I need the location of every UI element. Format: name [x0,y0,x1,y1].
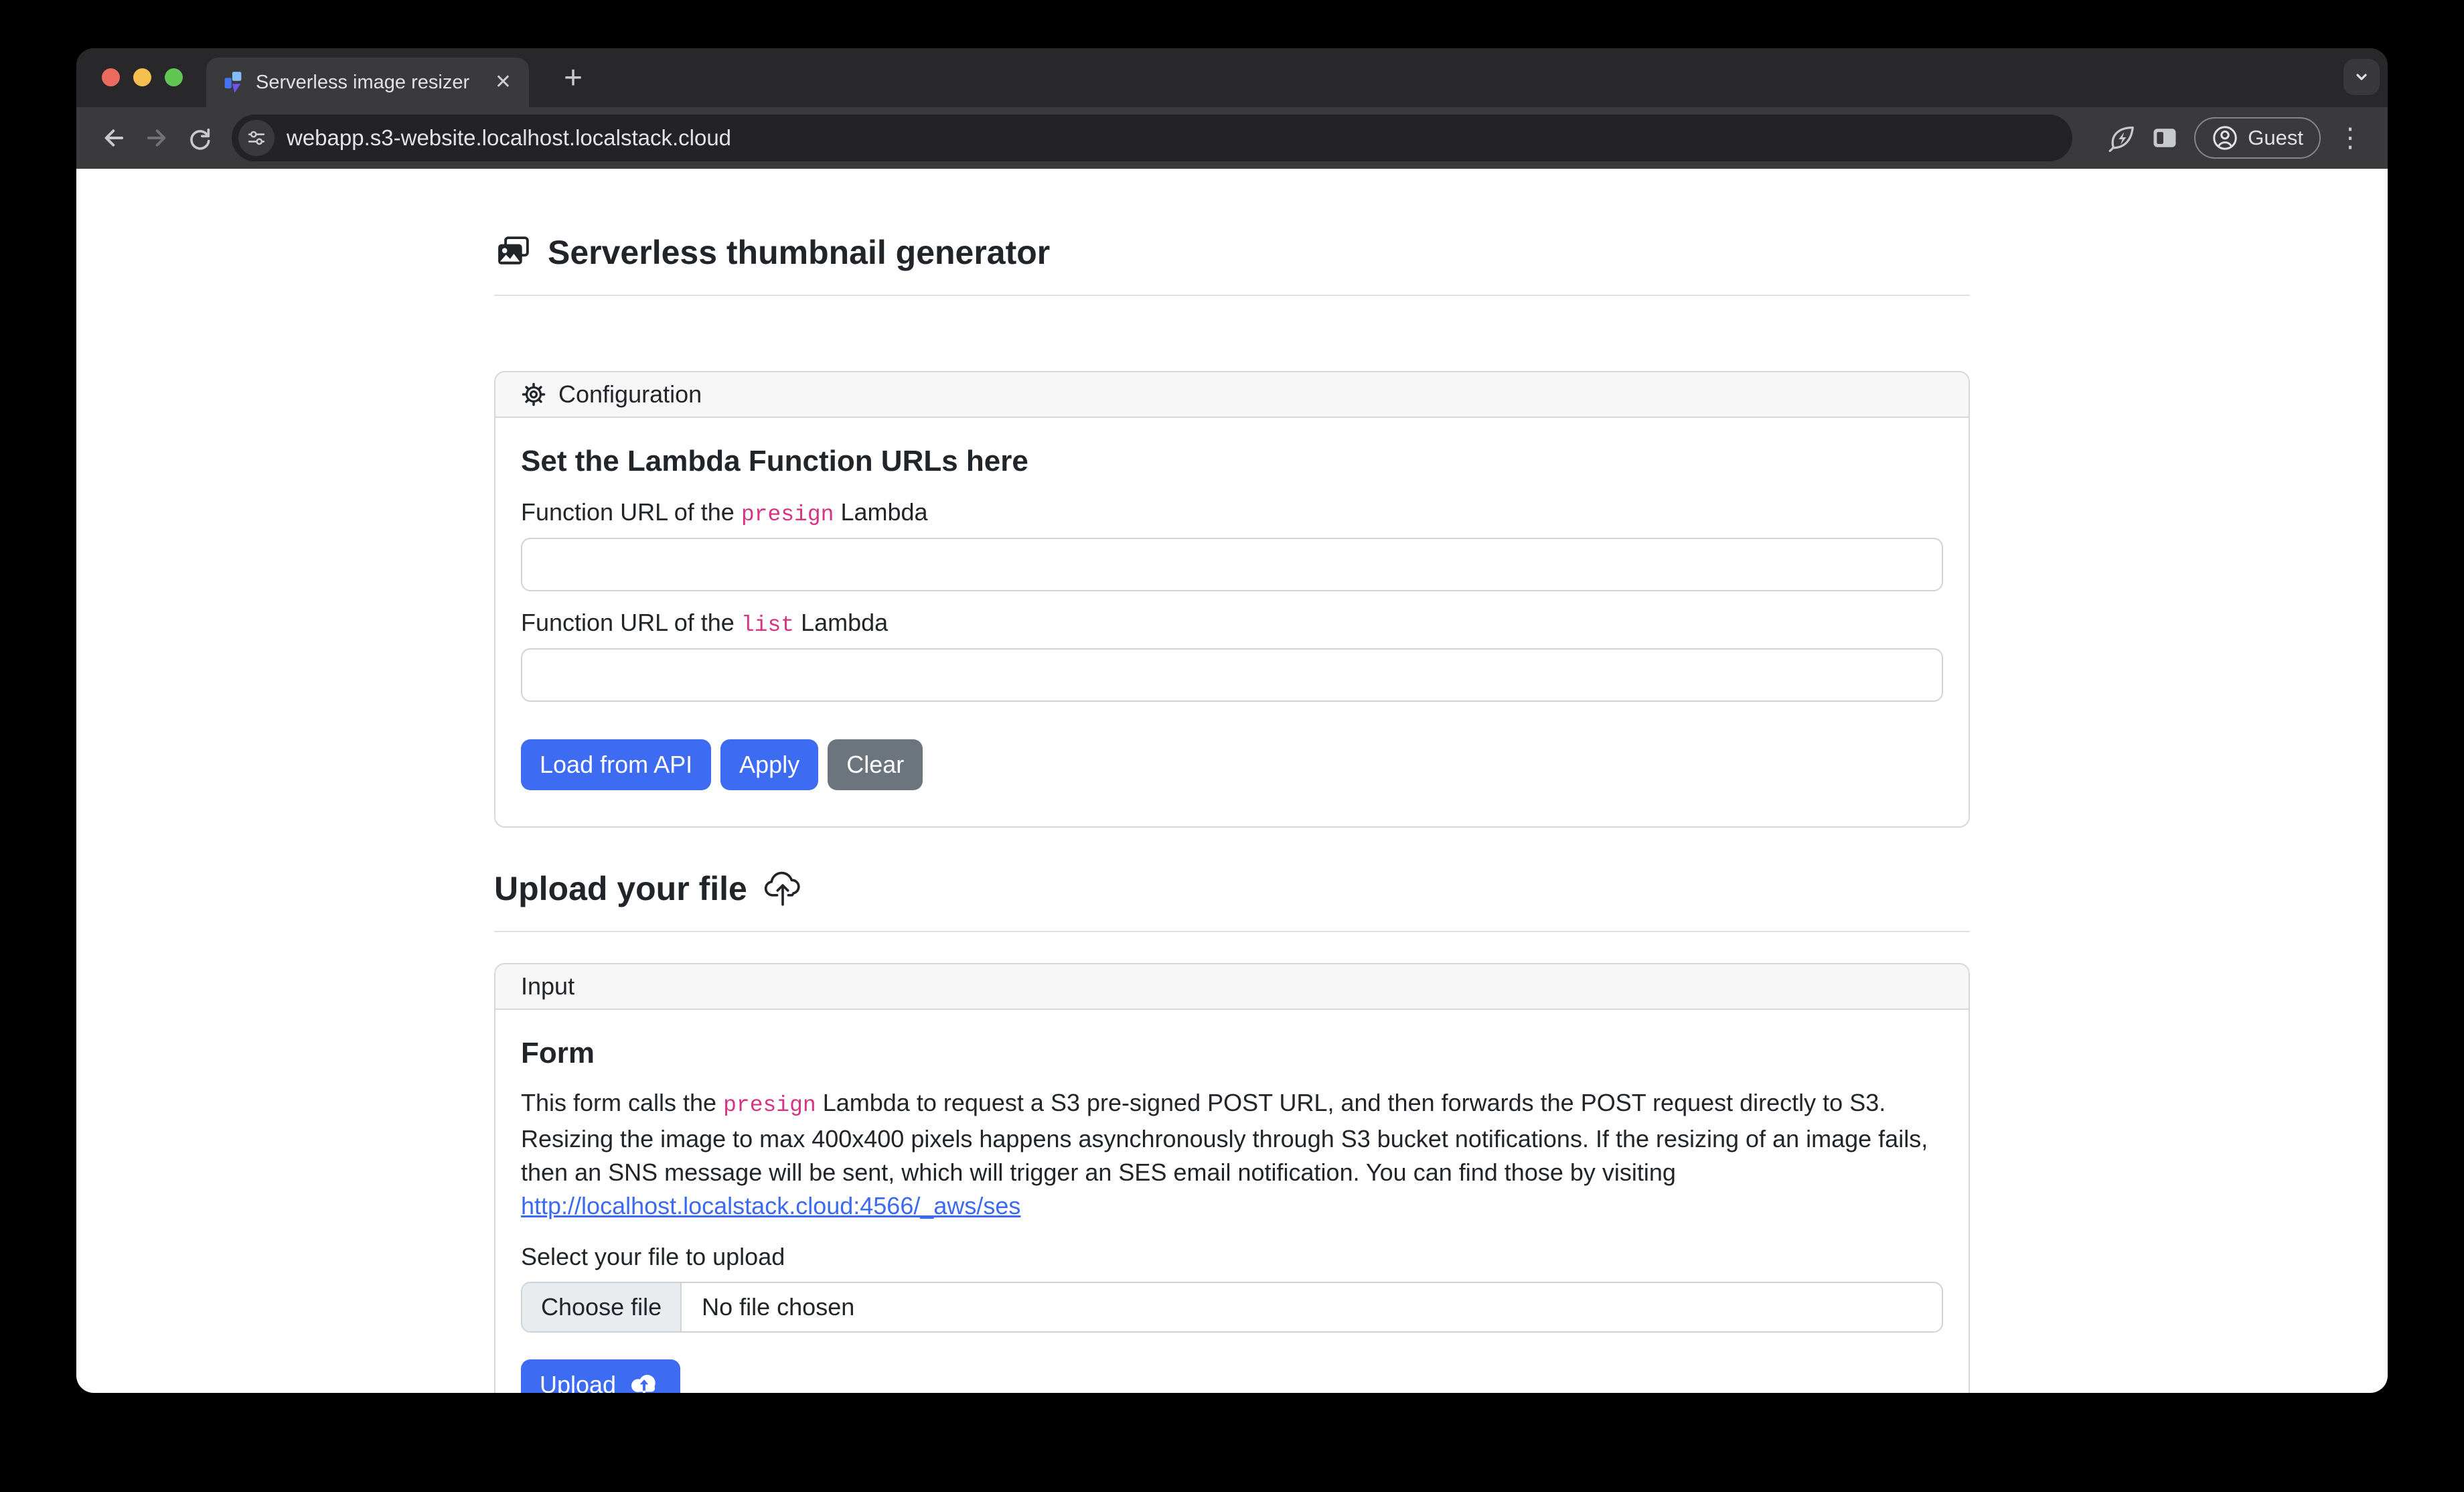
presign-code: presign [723,1093,816,1118]
load-from-api-button[interactable]: Load from API [521,739,711,790]
leaf-energy-icon [2106,123,2137,153]
divider [494,931,1970,932]
back-button[interactable] [94,118,134,158]
ses-link[interactable]: http://localhost.localstack.cloud:4566/_… [521,1192,1020,1219]
window-controls [102,68,183,86]
forward-arrow-icon [142,123,171,153]
gear-icon [521,382,546,407]
url-text: webapp.s3-website.localhost.localstack.c… [287,125,731,151]
configuration-card-body: Set the Lambda Function URLs here Functi… [495,418,1969,826]
configuration-card-title: Configuration [558,380,702,408]
presign-url-label: Function URL of the presign Lambda [521,498,1943,527]
forward-button[interactable] [137,118,177,158]
cloud-upload-fill-icon [627,1369,662,1393]
tab-strip: Serverless image resizer ✕ + [76,48,2388,107]
upload-section-title: Upload your file [494,869,1970,908]
address-bar[interactable]: webapp.s3-website.localhost.localstack.c… [232,115,2072,161]
input-card-body: Form This form calls the presign Lambda … [495,1010,1969,1393]
input-card-header: Input [495,964,1969,1010]
file-input[interactable]: Choose file No file chosen [521,1282,1943,1333]
list-url-input[interactable] [521,648,1943,702]
desktop-background: Serverless image resizer ✕ + [0,0,2464,1492]
reload-button[interactable] [179,118,220,158]
input-card: Input Form This form calls the presign L… [494,963,1970,1393]
profile-button[interactable]: Guest [2194,117,2321,159]
guest-avatar-icon [2212,125,2238,151]
site-settings-button[interactable] [238,120,275,156]
new-tab-button[interactable]: + [554,59,592,96]
web-page: Serverless thumbnail generator [76,169,2388,1393]
images-icon [494,235,532,270]
clear-button[interactable]: Clear [828,739,923,790]
window-close-button[interactable] [102,68,120,86]
file-chosen-status: No file chosen [682,1283,1942,1331]
tab-close-icon[interactable]: ✕ [492,72,514,92]
form-description: This form calls the presign Lambda to re… [521,1086,1943,1223]
file-select-label: Select your file to upload [521,1243,1943,1271]
divider [494,295,1970,296]
tab-title: Serverless image resizer [256,72,481,94]
presign-code: presign [741,502,834,527]
list-code: list [741,613,794,638]
window-minimize-button[interactable] [133,68,151,86]
presign-url-input[interactable] [521,538,1943,591]
choose-file-button[interactable]: Choose file [522,1283,682,1331]
configuration-card-header: Configuration [495,372,1969,418]
apply-button[interactable]: Apply [720,739,818,790]
browser-menu-button[interactable]: ⋮ [2330,118,2370,158]
profile-label: Guest [2248,126,2303,150]
tab-favicon-icon [221,70,245,94]
tune-icon [246,128,266,148]
browser-tab[interactable]: Serverless image resizer ✕ [206,58,529,107]
content-container: Serverless thumbnail generator [494,169,1970,1393]
chevron-down-icon [2352,67,2372,87]
performance-button[interactable] [2102,118,2142,158]
reload-icon [185,123,214,153]
tab-search-button[interactable] [2343,59,2380,95]
window-zoom-button[interactable] [165,68,183,86]
page-title: Serverless thumbnail generator [494,233,1970,272]
config-buttons: Load from API Apply Clear [521,739,1943,790]
config-heading: Set the Lambda Function URLs here [521,445,1943,478]
form-heading: Form [521,1037,1943,1070]
input-card-title: Input [521,972,574,1000]
browser-toolbar: webapp.s3-website.localhost.localstack.c… [76,107,2388,169]
cloud-upload-icon [762,870,803,907]
side-panel-button[interactable] [2145,118,2185,158]
browser-window: Serverless image resizer ✕ + [76,48,2388,1393]
upload-button[interactable]: Upload [521,1359,680,1393]
side-panel-icon [2150,123,2179,153]
list-url-label: Function URL of the list Lambda [521,609,1943,638]
configuration-card: Configuration Set the Lambda Function UR… [494,371,1970,828]
back-arrow-icon [99,123,129,153]
